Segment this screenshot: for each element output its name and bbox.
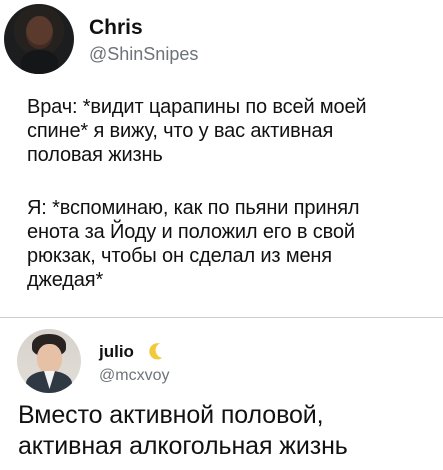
- author-handle[interactable]: @ShinSnipes: [89, 43, 198, 65]
- reply-text: Вместо активной половой, активная алкого…: [18, 401, 348, 460]
- tweet-paragraph: Я: *вспоминаю, как по пьяни принял енота…: [27, 197, 360, 291]
- tweet-screenshot: Chris @ShinSnipes Врач: *видит царапины …: [0, 0, 443, 470]
- person-suit-avatar[interactable]: [17, 329, 81, 393]
- reply-author-handle[interactable]: @mcxvoy: [99, 366, 169, 385]
- tweet-paragraph: Врач: *видит царапины по всей моей спине…: [27, 96, 367, 166]
- first-tweet: Chris @ShinSnipes Врач: *видит царапины …: [0, 0, 443, 318]
- avatar-face: [37, 344, 62, 374]
- crescent-moon-icon: [149, 343, 163, 360]
- person-dark-hoodie-avatar[interactable]: [4, 4, 74, 74]
- reply-author-name[interactable]: julio: [99, 342, 134, 362]
- author-name[interactable]: Chris: [89, 16, 143, 40]
- reply-tweet: julio @mcxvoy Вместо активной половой, а…: [0, 318, 443, 470]
